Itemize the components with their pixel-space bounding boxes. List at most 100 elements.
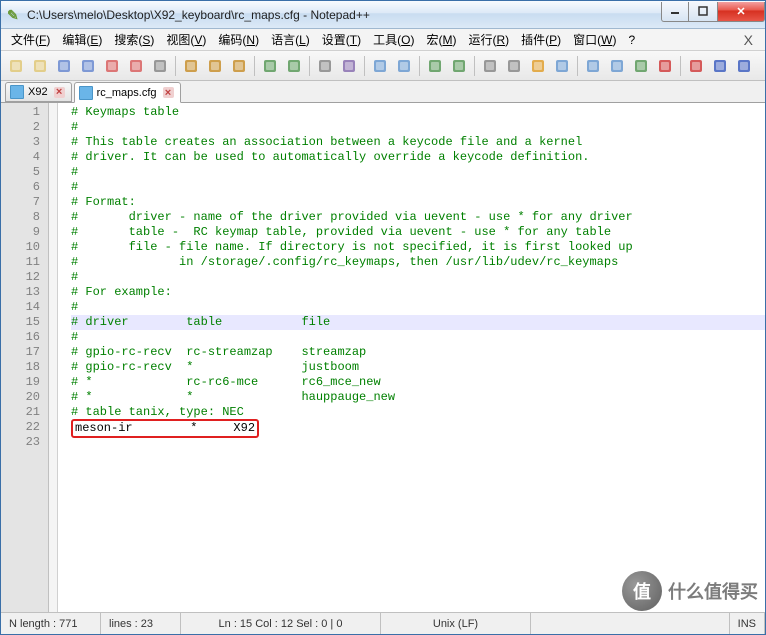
menu-close-doc[interactable]: X — [736, 32, 761, 48]
line-number[interactable]: 23 — [1, 435, 48, 450]
find-icon[interactable] — [314, 55, 336, 77]
maximize-button[interactable] — [688, 2, 718, 22]
line-number[interactable]: 1 — [1, 105, 48, 120]
line-number[interactable]: 13 — [1, 285, 48, 300]
paste-icon[interactable] — [228, 55, 250, 77]
minimize-button[interactable] — [661, 2, 689, 22]
code-line[interactable]: # — [71, 270, 765, 285]
line-number[interactable]: 20 — [1, 390, 48, 405]
record-icon[interactable] — [685, 55, 707, 77]
close-icon[interactable] — [101, 55, 123, 77]
code-line[interactable]: # file - file name. If directory is not … — [71, 240, 765, 255]
line-number[interactable]: 9 — [1, 225, 48, 240]
print-icon[interactable] — [149, 55, 171, 77]
line-number[interactable]: 12 — [1, 270, 48, 285]
sync-h-icon[interactable] — [448, 55, 470, 77]
titlebar[interactable]: ✎ C:\Users\melo\Desktop\X92_keyboard\rc_… — [1, 1, 765, 29]
code-line[interactable]: # — [71, 120, 765, 135]
line-number[interactable]: 21 — [1, 405, 48, 420]
code-line[interactable]: # Keymaps table — [71, 105, 765, 120]
menu-item[interactable]: 视图(V) — [160, 31, 212, 49]
menu-item[interactable]: 工具(O) — [367, 31, 420, 49]
menu-item[interactable]: ? — [622, 31, 641, 49]
close-button[interactable]: ✕ — [717, 2, 765, 22]
line-number[interactable]: 11 — [1, 255, 48, 270]
code-line[interactable]: # gpio-rc-recv * justboom — [71, 360, 765, 375]
menu-item[interactable]: 搜索(S) — [108, 31, 160, 49]
line-number[interactable]: 10 — [1, 240, 48, 255]
menu-item[interactable]: 编辑(E) — [56, 31, 108, 49]
indent-guide-icon[interactable] — [527, 55, 549, 77]
line-number[interactable]: 22 — [1, 420, 48, 435]
tab-close-icon[interactable]: × — [163, 87, 174, 98]
code-line[interactable]: # Format: — [71, 195, 765, 210]
all-chars-icon[interactable] — [503, 55, 525, 77]
save-all-icon[interactable] — [77, 55, 99, 77]
monitor-icon[interactable] — [654, 55, 676, 77]
menu-item[interactable]: 文件(F) — [5, 31, 56, 49]
menu-item[interactable]: 运行(R) — [462, 31, 515, 49]
play-icon[interactable] — [733, 55, 755, 77]
sync-v-icon[interactable] — [424, 55, 446, 77]
code-line[interactable]: # driver. It can be used to automaticall… — [71, 150, 765, 165]
menu-item[interactable]: 窗口(W) — [567, 31, 622, 49]
zoom-in-icon[interactable] — [369, 55, 391, 77]
stop-icon[interactable] — [709, 55, 731, 77]
open-file-icon[interactable] — [29, 55, 51, 77]
lang-icon[interactable] — [551, 55, 573, 77]
tab[interactable]: rc_maps.cfg× — [74, 82, 181, 103]
code-line[interactable]: # * rc-rc6-mce rc6_mce_new — [71, 375, 765, 390]
line-number[interactable]: 2 — [1, 120, 48, 135]
code-line[interactable]: # driver - name of the driver provided v… — [71, 210, 765, 225]
line-number-gutter[interactable]: 1234567891011121314151617181920212223 — [1, 103, 49, 612]
cut-icon[interactable] — [180, 55, 202, 77]
code-line[interactable]: # — [71, 165, 765, 180]
line-number[interactable]: 3 — [1, 135, 48, 150]
save-icon[interactable] — [53, 55, 75, 77]
menu-item[interactable]: 语言(L) — [265, 31, 316, 49]
line-number[interactable]: 7 — [1, 195, 48, 210]
copy-icon[interactable] — [204, 55, 226, 77]
menu-item[interactable]: 设置(T) — [316, 31, 367, 49]
new-file-icon[interactable] — [5, 55, 27, 77]
code-line[interactable]: # — [71, 330, 765, 345]
code-line[interactable]: # gpio-rc-recv rc-streamzap streamzap — [71, 345, 765, 360]
code-line[interactable]: # driver table file — [71, 315, 765, 330]
tab-close-icon[interactable]: × — [54, 87, 65, 98]
menu-item[interactable]: 插件(P) — [515, 31, 567, 49]
status-lines: lines : 23 — [101, 613, 181, 634]
undo-icon[interactable] — [259, 55, 281, 77]
code-line[interactable]: # For example: — [71, 285, 765, 300]
menu-item[interactable]: 宏(M) — [420, 31, 462, 49]
line-number[interactable]: 6 — [1, 180, 48, 195]
code-line[interactable]: # — [71, 180, 765, 195]
code-line[interactable]: # This table creates an association betw… — [71, 135, 765, 150]
doc-map-icon[interactable] — [582, 55, 604, 77]
redo-icon[interactable] — [283, 55, 305, 77]
zoom-out-icon[interactable] — [393, 55, 415, 77]
line-number[interactable]: 19 — [1, 375, 48, 390]
tab-label: X92 — [28, 86, 48, 98]
line-number[interactable]: 15 — [1, 315, 48, 330]
tab[interactable]: X92 × — [5, 82, 72, 102]
code-line[interactable]: meson-ir * X92 — [71, 420, 765, 435]
line-number[interactable]: 5 — [1, 165, 48, 180]
code-line[interactable]: # * * hauppauge_new — [71, 390, 765, 405]
line-number[interactable]: 17 — [1, 345, 48, 360]
menu-item[interactable]: 编码(N) — [212, 31, 265, 49]
code-line[interactable]: # table tanix, type: NEC — [71, 405, 765, 420]
code-line[interactable]: # table - RC keymap table, provided via … — [71, 225, 765, 240]
close-all-icon[interactable] — [125, 55, 147, 77]
code-area[interactable]: # Keymaps table## This table creates an … — [49, 103, 765, 612]
code-line[interactable]: # — [71, 300, 765, 315]
line-number[interactable]: 18 — [1, 360, 48, 375]
replace-icon[interactable] — [338, 55, 360, 77]
line-number[interactable]: 8 — [1, 210, 48, 225]
code-line[interactable]: # in /storage/.config/rc_keymaps, then /… — [71, 255, 765, 270]
wrap-icon[interactable] — [479, 55, 501, 77]
line-number[interactable]: 16 — [1, 330, 48, 345]
line-number[interactable]: 14 — [1, 300, 48, 315]
func-list-icon[interactable] — [606, 55, 628, 77]
line-number[interactable]: 4 — [1, 150, 48, 165]
folder-icon[interactable] — [630, 55, 652, 77]
